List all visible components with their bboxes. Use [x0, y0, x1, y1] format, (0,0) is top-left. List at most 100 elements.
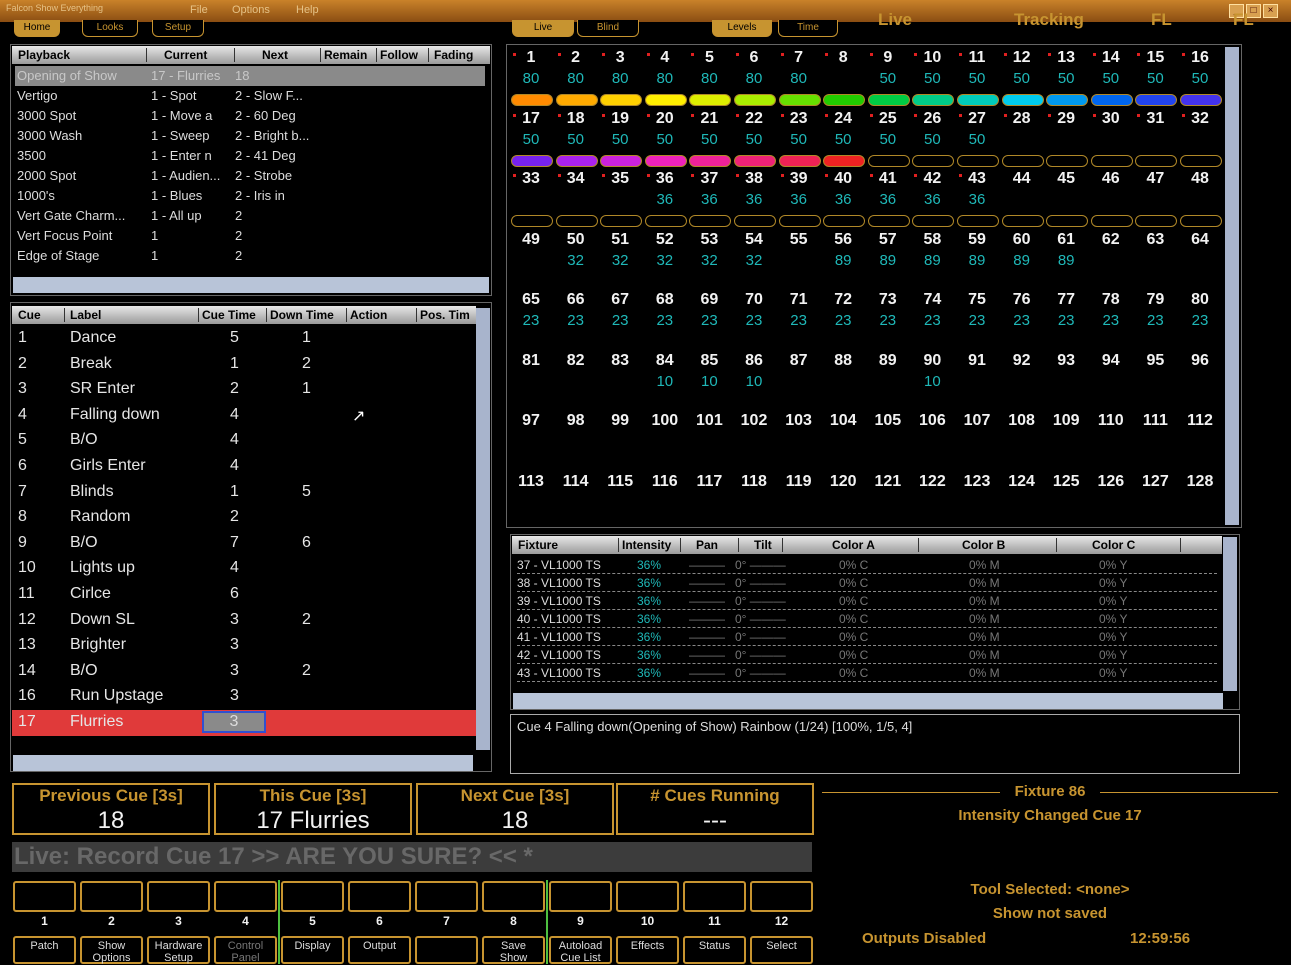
channel-87[interactable]: 87 — [777, 352, 821, 370]
channel-40[interactable]: 40 — [821, 170, 865, 188]
channel-29[interactable]: 29 — [1044, 110, 1088, 128]
channel-75[interactable]: 75 — [955, 291, 999, 309]
channel-39[interactable]: 39 — [777, 170, 821, 188]
channel-31[interactable]: 31 — [1133, 110, 1177, 128]
fixture-row[interactable]: 38 - VL1000 TS 36% ——— 0° ——— 0% C 0% M 0% Y — [517, 574, 1217, 592]
channel-124[interactable]: 124 — [1000, 473, 1044, 491]
playback-row[interactable]: Vert Focus Point 1 2 — [15, 226, 485, 246]
channel-114[interactable]: 114 — [554, 473, 598, 491]
fkey-1[interactable]: Patch — [13, 936, 76, 964]
channel-80[interactable]: 80 — [1178, 291, 1222, 309]
col-color-a[interactable]: Color A — [832, 538, 875, 552]
softkey-11[interactable] — [683, 881, 746, 912]
channel-105[interactable]: 105 — [866, 412, 910, 430]
channel-6[interactable]: 6 — [732, 49, 776, 67]
channel-26[interactable]: 26 — [910, 110, 954, 128]
softkey-6[interactable] — [348, 881, 411, 912]
fixture-row[interactable]: 37 - VL1000 TS 36% ——— 0° ——— 0% C 0% M 0% Y — [517, 556, 1217, 574]
fkey-12[interactable]: Select — [750, 936, 813, 964]
cue-row[interactable]: 17 Flurries 3 — [12, 710, 482, 736]
cue-row[interactable]: 1 Dance 5 1 — [12, 326, 482, 352]
command-line[interactable]: Live: Record Cue 17 >> ARE YOU SURE? << … — [12, 842, 812, 872]
channel-102[interactable]: 102 — [732, 412, 776, 430]
col-follow[interactable]: Follow — [380, 48, 418, 62]
channel-106[interactable]: 106 — [910, 412, 954, 430]
channel-16[interactable]: 16 — [1178, 49, 1222, 67]
tab-levels[interactable]: Levels — [712, 20, 772, 37]
channel-104[interactable]: 104 — [821, 412, 865, 430]
col-down-time[interactable]: Down Time — [270, 308, 334, 322]
col-tilt[interactable]: Tilt — [754, 538, 772, 552]
channel-78[interactable]: 78 — [1089, 291, 1133, 309]
channel-71[interactable]: 71 — [777, 291, 821, 309]
channel-112[interactable]: 112 — [1178, 412, 1222, 430]
softkey-12[interactable] — [750, 881, 813, 912]
channel-5[interactable]: 5 — [687, 49, 731, 67]
channel-62[interactable]: 62 — [1089, 231, 1133, 249]
channel-92[interactable]: 92 — [1000, 352, 1044, 370]
menu-file[interactable]: File — [190, 4, 208, 16]
channel-14[interactable]: 14 — [1089, 49, 1133, 67]
channel-35[interactable]: 35 — [598, 170, 642, 188]
col-playback[interactable]: Playback — [18, 48, 70, 62]
cue-list-vscrollbar[interactable] — [476, 308, 490, 750]
channel-11[interactable]: 11 — [955, 49, 999, 67]
channel-59[interactable]: 59 — [955, 231, 999, 249]
channel-64[interactable]: 64 — [1178, 231, 1222, 249]
channel-12[interactable]: 12 — [1000, 49, 1044, 67]
tab-home[interactable]: Home — [14, 20, 60, 37]
channel-55[interactable]: 55 — [777, 231, 821, 249]
playback-row[interactable]: 3500 1 - Enter n 2 - 41 Deg — [15, 146, 485, 166]
channel-50[interactable]: 50 — [554, 231, 598, 249]
fixture-row[interactable]: 43 - VL1000 TS 36% ——— 0° ——— 0% C 0% M 0% Y — [517, 664, 1217, 682]
channel-19[interactable]: 19 — [598, 110, 642, 128]
channel-107[interactable]: 107 — [955, 412, 999, 430]
channel-13[interactable]: 13 — [1044, 49, 1088, 67]
channel-45[interactable]: 45 — [1044, 170, 1088, 188]
channel-61[interactable]: 61 — [1044, 231, 1088, 249]
tab-blind[interactable]: Blind — [577, 20, 639, 37]
col-cue[interactable]: Cue — [18, 308, 41, 322]
playback-row[interactable]: Edge of Stage 1 2 — [15, 246, 485, 266]
softkey-4[interactable] — [214, 881, 277, 912]
col-label[interactable]: Label — [70, 308, 101, 322]
cue-row[interactable]: 10 Lights up 4 — [12, 556, 482, 582]
channel-10[interactable]: 10 — [910, 49, 954, 67]
channel-103[interactable]: 103 — [777, 412, 821, 430]
channel-85[interactable]: 85 — [687, 352, 731, 370]
cue-row[interactable]: 8 Random 2 — [12, 505, 482, 531]
channel-101[interactable]: 101 — [687, 412, 731, 430]
fkey-6[interactable]: Output — [348, 936, 411, 964]
channel-125[interactable]: 125 — [1044, 473, 1088, 491]
channel-9[interactable]: 9 — [866, 49, 910, 67]
channel-66[interactable]: 66 — [554, 291, 598, 309]
tab-live-view[interactable]: Live — [878, 10, 912, 30]
channel-65[interactable]: 65 — [509, 291, 553, 309]
channel-25[interactable]: 25 — [866, 110, 910, 128]
channel-98[interactable]: 98 — [554, 412, 598, 430]
col-color-c[interactable]: Color C — [1092, 538, 1135, 552]
softkey-1[interactable] — [13, 881, 76, 912]
playback-row[interactable]: 2000 Spot 1 - Audien... 2 - Strobe — [15, 166, 485, 186]
channel-94[interactable]: 94 — [1089, 352, 1133, 370]
channel-79[interactable]: 79 — [1133, 291, 1177, 309]
channel-18[interactable]: 18 — [554, 110, 598, 128]
channel-47[interactable]: 47 — [1133, 170, 1177, 188]
playback-row[interactable]: 1000's 1 - Blues 2 - Iris in — [15, 186, 485, 206]
fkey-5[interactable]: Display — [281, 936, 344, 964]
col-pan[interactable]: Pan — [696, 538, 718, 552]
channel-74[interactable]: 74 — [910, 291, 954, 309]
softkey-3[interactable] — [147, 881, 210, 912]
col-action[interactable]: Action — [350, 308, 387, 322]
channel-32[interactable]: 32 — [1178, 110, 1222, 128]
cue-row[interactable]: 6 Girls Enter 4 — [12, 454, 482, 480]
menu-options[interactable]: Options — [232, 4, 270, 16]
col-fading[interactable]: Fading — [434, 48, 473, 62]
playback-row[interactable]: 3000 Spot 1 - Move a 2 - 60 Deg — [15, 106, 485, 126]
channel-67[interactable]: 67 — [598, 291, 642, 309]
cue-row[interactable]: 16 Run Upstage 3 — [12, 684, 482, 710]
channel-53[interactable]: 53 — [687, 231, 731, 249]
channel-42[interactable]: 42 — [910, 170, 954, 188]
channel-27[interactable]: 27 — [955, 110, 999, 128]
channel-34[interactable]: 34 — [554, 170, 598, 188]
